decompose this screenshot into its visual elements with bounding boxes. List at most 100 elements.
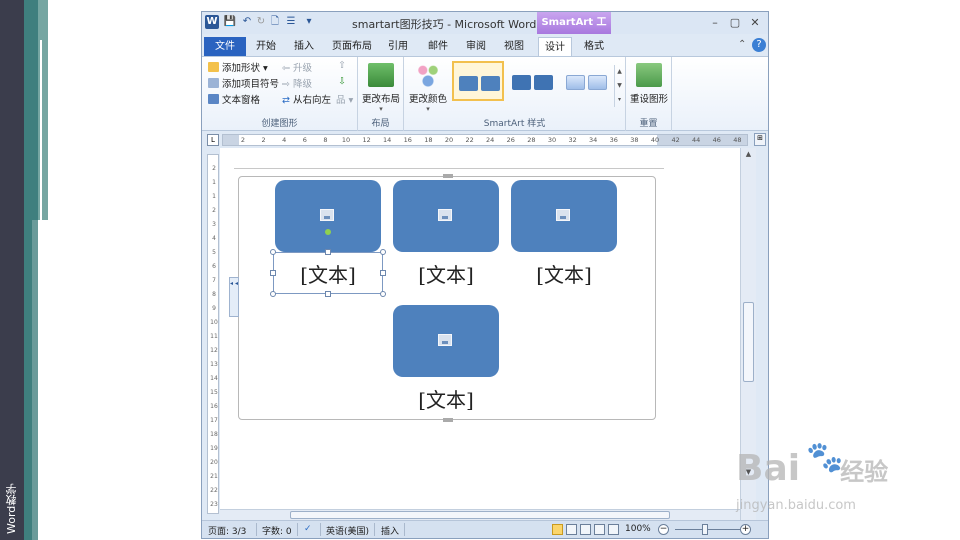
undo-icon[interactable]: ↶ bbox=[240, 15, 254, 29]
frame-handle-top[interactable] bbox=[443, 174, 453, 178]
horizontal-scrollbar[interactable] bbox=[220, 509, 740, 520]
proofing-icon[interactable]: ✓ bbox=[304, 524, 312, 534]
add-shape-button[interactable]: 添加形状 ▾ bbox=[208, 60, 268, 74]
document-page[interactable]: ◂ ◂ [文本] [文本] [文本] [文本] bbox=[220, 148, 740, 520]
resize-handle[interactable] bbox=[380, 291, 386, 297]
scroll-up-icon[interactable]: ▲ bbox=[743, 150, 754, 160]
style-thumb-flat[interactable] bbox=[452, 61, 504, 101]
resize-handle[interactable] bbox=[270, 291, 276, 297]
page-count[interactable]: 页面: 3/3 bbox=[208, 524, 246, 537]
status-separator bbox=[404, 523, 405, 536]
style-thumb-shape bbox=[459, 76, 478, 91]
redo-icon[interactable]: ↻ bbox=[254, 15, 268, 29]
word-logo-icon[interactable]: W bbox=[205, 15, 219, 29]
tab-page-layout[interactable]: 页面布局 bbox=[330, 37, 374, 56]
vertical-scroll-thumb[interactable] bbox=[743, 302, 754, 382]
reset-graphic-button[interactable]: 重设图形 bbox=[627, 63, 671, 105]
outline-view-icon[interactable] bbox=[594, 524, 605, 535]
smartart-shape-2[interactable] bbox=[393, 180, 499, 252]
language-indicator[interactable]: 英语(美国) bbox=[326, 524, 369, 537]
restore-icon[interactable]: ▢ bbox=[728, 16, 742, 30]
tab-insert[interactable]: 插入 bbox=[290, 37, 318, 56]
zoom-out-icon[interactable]: − bbox=[658, 524, 669, 535]
zoom-slider-knob[interactable] bbox=[702, 524, 708, 535]
customize-qa-icon[interactable]: ▾ bbox=[302, 15, 316, 29]
horizontal-ruler[interactable]: 2 2 4 6 8 10 12 14 16 18 20 22 24 26 28 30 32 34 36 38 40 42 4… bbox=[222, 134, 748, 146]
smartart-shape-1[interactable] bbox=[275, 180, 381, 252]
horizontal-scroll-thumb[interactable] bbox=[290, 511, 670, 519]
picture-placeholder-icon[interactable] bbox=[438, 209, 452, 221]
picture-placeholder-icon[interactable] bbox=[556, 209, 570, 221]
vertical-ruler-tick-label: 22 bbox=[210, 487, 218, 494]
resize-handle[interactable] bbox=[380, 249, 386, 255]
smartart-shape-4[interactable] bbox=[393, 305, 499, 377]
tab-references[interactable]: 引用 bbox=[384, 37, 412, 56]
promote-button[interactable]: ⇦ 升级 bbox=[282, 60, 312, 74]
save-icon[interactable]: 💾 bbox=[223, 15, 237, 29]
tab-home[interactable]: 开始 bbox=[252, 37, 280, 56]
status-separator bbox=[297, 523, 298, 536]
group-smartart-styles: 更改颜色 ▾ ▲ ▼ ▾ SmartArt 样式 bbox=[404, 57, 626, 131]
resize-handle[interactable] bbox=[325, 249, 331, 255]
group-label-styles: SmartArt 样式 bbox=[483, 119, 546, 129]
ruler-tick-label: 32 bbox=[568, 136, 577, 144]
collapse-ribbon-icon[interactable]: ⌃ bbox=[738, 39, 746, 50]
vertical-ruler[interactable]: 2 1 1 2 3 4 5 6 7 8 9 10 11 12 13 14 15 16 17 18 19 20 21 22 23 bbox=[207, 154, 219, 514]
word-count[interactable]: 字数: 0 bbox=[262, 524, 292, 537]
tab-stop-selector[interactable]: L bbox=[207, 134, 219, 146]
insert-mode-indicator[interactable]: 插入 bbox=[381, 524, 399, 537]
change-layout-button[interactable]: 更改布局 ▾ bbox=[359, 63, 403, 113]
tab-view[interactable]: 视图 bbox=[500, 37, 528, 56]
smartart-text-4[interactable]: [文本] bbox=[391, 384, 501, 413]
tab-format[interactable]: 格式 bbox=[580, 37, 608, 56]
style-thumb-subtle[interactable] bbox=[506, 61, 558, 101]
text-pane-toggle[interactable]: ◂ ◂ bbox=[229, 277, 239, 317]
title-bar: W 💾 ↶ ↻ 🗋 ☰ ▾ smartart图形技巧 - Microsoft W… bbox=[202, 12, 768, 50]
tab-file[interactable]: 文件 bbox=[204, 37, 246, 56]
smartart-text-2[interactable]: [文本] bbox=[391, 259, 501, 288]
vertical-ruler-tick-label: 4 bbox=[212, 235, 216, 242]
ruler-tick-label: 8 bbox=[323, 136, 328, 144]
picture-placeholder-icon[interactable] bbox=[320, 209, 334, 221]
add-bullet-button[interactable]: 添加项目符号 bbox=[208, 76, 279, 90]
text-pane-button[interactable]: 文本窗格 bbox=[208, 92, 260, 106]
close-icon[interactable]: ✕ bbox=[748, 16, 762, 30]
gallery-scroll-buttons[interactable]: ▲ ▼ ▾ bbox=[614, 65, 624, 107]
status-bar: 页面: 3/3 字数: 0 ✓ 英语(美国) 插入 100% − + bbox=[202, 520, 768, 538]
resize-handle[interactable] bbox=[270, 249, 276, 255]
new-document-icon[interactable]: 🗋 bbox=[268, 15, 282, 29]
format-painter-icon[interactable]: ☰ bbox=[284, 15, 298, 29]
layout-small-button[interactable]: 品 ▾ bbox=[336, 92, 353, 106]
style-thumb-shape bbox=[588, 75, 607, 90]
ruler-toggle-icon[interactable]: ⊞ bbox=[754, 133, 766, 146]
tab-review[interactable]: 审阅 bbox=[462, 37, 490, 56]
picture-placeholder-icon[interactable] bbox=[438, 334, 452, 346]
zoom-in-icon[interactable]: + bbox=[740, 524, 751, 535]
full-reading-view-icon[interactable] bbox=[566, 524, 577, 535]
demote-button[interactable]: ⇨ 降级 bbox=[282, 76, 312, 90]
rotation-handle[interactable] bbox=[325, 229, 331, 235]
smartart-text-3[interactable]: [文本] bbox=[509, 259, 619, 288]
move-down-button[interactable]: ⇩ bbox=[338, 76, 346, 87]
change-colors-button[interactable]: 更改颜色 ▾ bbox=[406, 63, 450, 113]
smartart-text-1[interactable]: [文本] bbox=[273, 259, 383, 288]
style-thumb-glossy[interactable] bbox=[560, 61, 612, 101]
smartart-shape-3[interactable] bbox=[511, 180, 617, 252]
ruler-tick-label: 26 bbox=[506, 136, 515, 144]
tab-mailings[interactable]: 邮件 bbox=[424, 37, 452, 56]
minimize-icon[interactable]: – bbox=[708, 16, 722, 30]
right-to-left-button[interactable]: ⇄ 从右向左 bbox=[282, 92, 331, 106]
draft-view-icon[interactable] bbox=[608, 524, 619, 535]
ruler-tick-label: 42 bbox=[671, 136, 680, 144]
tab-design[interactable]: 设计 bbox=[538, 37, 572, 56]
resize-handle[interactable] bbox=[325, 291, 331, 297]
web-layout-view-icon[interactable] bbox=[580, 524, 591, 535]
smartart-frame[interactable]: ◂ ◂ [文本] [文本] [文本] [文本] bbox=[229, 174, 656, 422]
smartart-tools-context-tab: SmartArt 工具 bbox=[537, 12, 611, 50]
move-up-button[interactable]: ⇧ bbox=[338, 60, 346, 71]
print-layout-view-icon[interactable] bbox=[552, 524, 563, 535]
style-thumb-shape bbox=[512, 75, 531, 90]
frame-handle-bottom[interactable] bbox=[443, 418, 453, 422]
zoom-level[interactable]: 100% bbox=[625, 524, 651, 534]
help-icon[interactable]: ? bbox=[752, 38, 766, 52]
